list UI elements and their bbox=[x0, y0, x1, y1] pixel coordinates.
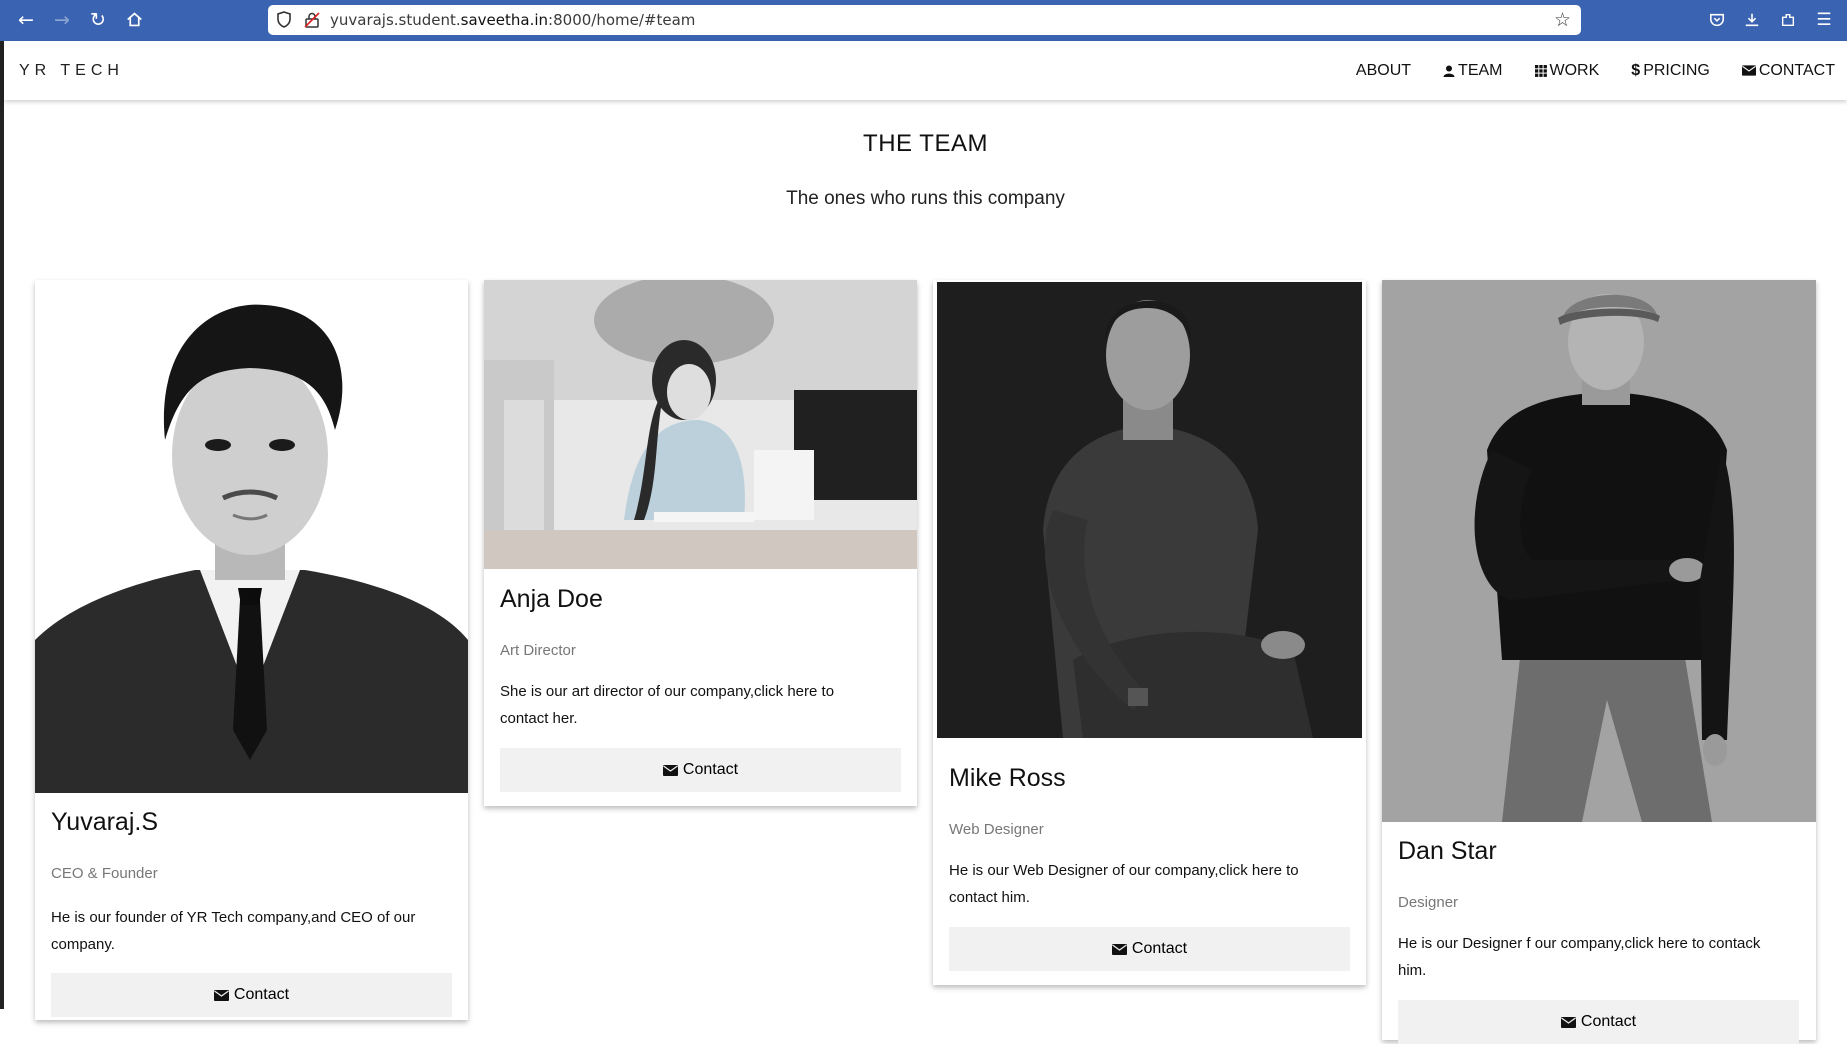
nav-team-label: TEAM bbox=[1458, 62, 1503, 79]
envelope-icon bbox=[1741, 65, 1756, 76]
dollar-icon: $ bbox=[1631, 62, 1641, 79]
team-title: THE TEAM bbox=[863, 130, 988, 157]
envelope-icon bbox=[213, 989, 229, 1001]
envelope-icon bbox=[1560, 1016, 1576, 1028]
bookmark-star-icon[interactable]: ☆ bbox=[1554, 10, 1571, 30]
extensions-icon[interactable] bbox=[1776, 8, 1800, 32]
member-name: Dan Star bbox=[1398, 837, 1497, 865]
contact-button[interactable]: Contact bbox=[51, 973, 452, 1017]
nav-work[interactable]: WORK bbox=[1523, 41, 1612, 100]
shield-icon[interactable] bbox=[277, 11, 291, 28]
menu-icon[interactable]: ☰ bbox=[1812, 8, 1836, 32]
member-role: CEO & Founder bbox=[51, 865, 158, 882]
back-icon[interactable]: ← bbox=[14, 8, 38, 32]
nav-team[interactable]: TEAM bbox=[1431, 41, 1514, 100]
member-role: Designer bbox=[1398, 894, 1459, 911]
nav-links: ABOUT TEAM WORK $ PRICING CONTACT bbox=[1336, 41, 1847, 100]
member-name: Yuvaraj.S bbox=[51, 808, 159, 836]
contact-button[interactable]: Contact bbox=[1398, 1000, 1799, 1044]
member-description: He is our Web Designer of our company,cl… bbox=[949, 862, 1299, 906]
nav-pricing-label: PRICING bbox=[1643, 62, 1710, 79]
nav-contact[interactable]: CONTACT bbox=[1730, 41, 1847, 100]
contact-button[interactable]: Contact bbox=[949, 927, 1350, 971]
member-description: He is our founder of YR Tech company,and… bbox=[51, 909, 416, 953]
member-photo bbox=[1382, 280, 1816, 822]
url-text[interactable]: yuvarajs.student.saveetha.in:8000/home/#… bbox=[330, 5, 695, 35]
contact-button-label: Contact bbox=[682, 761, 739, 778]
member-photo bbox=[484, 280, 917, 569]
site-navbar: YR TECH ABOUT TEAM WORK $ PRICING CONTAC… bbox=[4, 41, 1847, 100]
url-prefix: yuvarajs.student. bbox=[330, 11, 461, 29]
download-icon[interactable] bbox=[1740, 8, 1764, 32]
contact-button[interactable]: Contact bbox=[500, 748, 901, 792]
member-name: Anja Doe bbox=[500, 585, 603, 613]
window-edge bbox=[0, 41, 4, 1009]
member-description: She is our art director of our company,c… bbox=[500, 683, 835, 727]
team-card: Anja Doe Art Director She is our art dir… bbox=[484, 280, 917, 806]
brand-logo[interactable]: YR TECH bbox=[19, 41, 124, 100]
contact-button-label: Contact bbox=[1131, 940, 1188, 957]
team-card: Dan Star Designer He is our Designer f o… bbox=[1382, 280, 1816, 1044]
member-photo bbox=[35, 280, 468, 793]
home-icon[interactable] bbox=[122, 8, 146, 32]
nav-contact-label: CONTACT bbox=[1758, 62, 1835, 79]
member-role: Web Designer bbox=[949, 821, 1044, 838]
envelope-icon bbox=[662, 764, 678, 776]
url-suffix: :8000/home/#team bbox=[548, 11, 696, 29]
pocket-icon[interactable] bbox=[1705, 8, 1729, 32]
reload-icon[interactable]: ↻ bbox=[86, 8, 110, 32]
nav-work-label: WORK bbox=[1549, 62, 1600, 79]
team-subtitle: The ones who runs this company bbox=[786, 188, 1065, 209]
member-description: He is our Designer f our company,click h… bbox=[1398, 935, 1761, 979]
team-card: Yuvaraj.S CEO & Founder He is our founde… bbox=[35, 280, 468, 1020]
grid-icon bbox=[1534, 64, 1547, 77]
forward-icon[interactable]: → bbox=[50, 8, 74, 32]
member-role: Art Director bbox=[500, 642, 576, 659]
nav-pricing[interactable]: $ PRICING bbox=[1619, 41, 1722, 100]
lock-icon[interactable] bbox=[304, 12, 320, 28]
address-bar[interactable]: yuvarajs.student.saveetha.in:8000/home/#… bbox=[268, 5, 1581, 35]
contact-button-label: Contact bbox=[233, 986, 290, 1003]
url-domain: saveetha.in bbox=[460, 11, 549, 29]
user-icon bbox=[1443, 65, 1455, 77]
member-photo bbox=[933, 280, 1366, 748]
member-name: Mike Ross bbox=[949, 764, 1066, 792]
browser-toolbar: ← → ↻ yuvarajs.student.saveetha.in:8000/… bbox=[0, 0, 1847, 41]
nav-about-label: ABOUT bbox=[1355, 62, 1412, 79]
contact-button-label: Contact bbox=[1580, 1013, 1637, 1030]
team-card: Mike Ross Web Designer He is our Web Des… bbox=[933, 280, 1366, 985]
nav-about[interactable]: ABOUT bbox=[1344, 41, 1423, 100]
envelope-icon bbox=[1111, 943, 1127, 955]
